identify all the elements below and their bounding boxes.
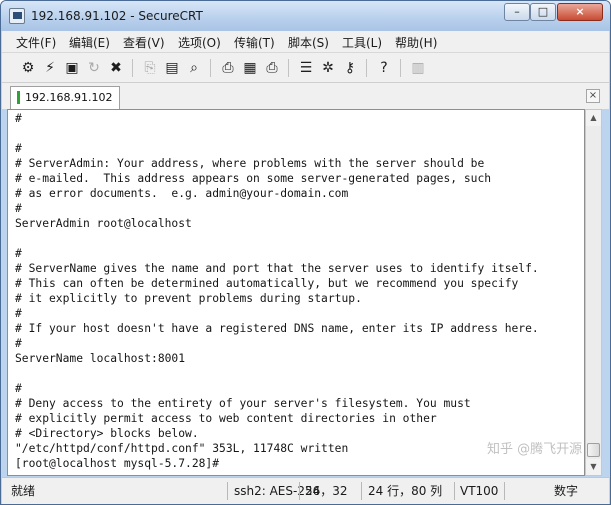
toolbar: ⚙ ⚡ ▣ ↻ ✖ ⎘ ▤ ⌕ ⎙ ▦ ⎙ ☰ ✲ ⚷ ? ▥ [2, 53, 609, 83]
toolbar-separator [366, 59, 367, 77]
terminal-line: # [15, 382, 22, 395]
menu-view[interactable]: 查看(V) [123, 34, 165, 51]
status-divider [454, 482, 455, 500]
quick-connect-icon[interactable]: ⚡ [40, 58, 60, 78]
title-bar[interactable]: 192.168.91.102 - SecureCRT – □ × [1, 1, 610, 31]
terminal-line: # <Directory> blocks below. [15, 427, 199, 440]
terminal-line: # as error documents. e.g. admin@your-do… [15, 187, 349, 200]
terminal-line: ServerAdmin root@localhost [15, 217, 192, 230]
connected-status-marker [17, 91, 20, 104]
find-icon[interactable]: ⌕ [184, 58, 204, 78]
status-num-lock: 数字 [554, 484, 579, 498]
window-title: 192.168.91.102 - SecureCRT [31, 9, 203, 23]
maximize-button[interactable]: □ [530, 3, 556, 21]
menu-bar: 文件(F) 编辑(E) 查看(V) 选项(O) 传输(T) 脚本(S) 工具(L… [2, 31, 609, 53]
print-selection-icon[interactable]: ▦ [240, 58, 260, 78]
terminal-line: # ServerAdmin: Your address, where probl… [15, 157, 485, 170]
status-divider [361, 482, 362, 500]
print-icon[interactable]: ⎙ [262, 58, 282, 78]
terminal-line: # Deny access to the entirety of your se… [15, 397, 471, 410]
print-setup-icon[interactable]: ⎙ [218, 58, 238, 78]
menu-options[interactable]: 选项(O) [178, 34, 221, 51]
tab-session[interactable]: 192.168.91.102 [10, 86, 120, 109]
terminal-line: # [15, 307, 22, 320]
status-cursor-position: 24，32 [305, 484, 348, 498]
status-divider [299, 482, 300, 500]
status-divider [504, 482, 505, 500]
terminal-screen[interactable]: # # # ServerAdmin: Your address, where p… [7, 109, 585, 476]
terminal-line: # e-mailed. This address appears on some… [15, 172, 492, 185]
menu-edit[interactable]: 编辑(E) [69, 34, 110, 51]
terminal-line: # [15, 337, 22, 350]
securecrt-window: 192.168.91.102 - SecureCRT – □ × 文件(F) 编… [0, 0, 611, 505]
close-tab-button[interactable]: × [586, 89, 600, 103]
session-tab-strip: 192.168.91.102 × [2, 83, 609, 109]
copy-icon[interactable]: ⎘ [140, 58, 160, 78]
status-emulation: VT100 [460, 484, 499, 498]
session-options-icon[interactable]: ☰ [296, 58, 316, 78]
terminal-line: # it explicitly to prevent problems duri… [15, 292, 362, 305]
scrollbar-thumb[interactable] [587, 443, 600, 457]
terminal-line: # ServerName gives the name and port tha… [15, 262, 539, 275]
terminal-line: ServerName localhost:8001 [15, 352, 186, 365]
terminal-line: # [15, 202, 22, 215]
status-bar: 就绪 ssh2: AES-256 24，32 24 行，80 列 VT100 数… [2, 477, 609, 504]
sftp-icon[interactable]: ▥ [408, 58, 428, 78]
status-divider [227, 482, 228, 500]
keymap-icon[interactable]: ⚷ [340, 58, 360, 78]
terminal-line: # If your host doesn't have a registered… [15, 322, 539, 335]
menu-help[interactable]: 帮助(H) [395, 34, 437, 51]
terminal-line: # [15, 142, 22, 155]
connect-icon[interactable]: ⚙ [18, 58, 38, 78]
menu-transfer[interactable]: 传输(T) [234, 34, 275, 51]
status-terminal-size: 24 行，80 列 [368, 484, 443, 498]
securecrt-app-icon [9, 8, 25, 24]
terminal-line: # [15, 247, 22, 260]
disconnect-icon[interactable]: ✖ [106, 58, 126, 78]
scroll-up-arrow-icon[interactable]: ▲ [586, 110, 601, 126]
menu-file[interactable]: 文件(F) [16, 34, 56, 51]
terminal-line: # explicitly permit access to web conten… [15, 412, 437, 425]
tab-session-label: 192.168.91.102 [25, 91, 113, 104]
toolbar-separator [210, 59, 211, 77]
terminal-scrollbar[interactable]: ▲ ▼ [585, 109, 602, 476]
toolbar-separator [132, 59, 133, 77]
toolbar-separator [400, 59, 401, 77]
minimize-button[interactable]: – [504, 3, 530, 21]
watermark: 知乎 @腾飞开源 [487, 442, 583, 457]
toolbar-separator [288, 59, 289, 77]
status-ready: 就绪 [11, 484, 36, 498]
terminal-line: # [15, 112, 22, 125]
reconnect-icon[interactable]: ↻ [84, 58, 104, 78]
terminal-prompt-line: [root@localhost mysql-5.7.28]# [15, 457, 220, 470]
menu-script[interactable]: 脚本(S) [288, 34, 329, 51]
terminal-line: # This can often be determined automatic… [15, 277, 519, 290]
global-options-icon[interactable]: ✲ [318, 58, 338, 78]
close-button[interactable]: × [557, 3, 603, 21]
connect-tab-icon[interactable]: ▣ [62, 58, 82, 78]
terminal-line: "/etc/httpd/conf/httpd.conf" 353L, 11748… [15, 442, 349, 455]
menu-tools[interactable]: 工具(L) [342, 34, 382, 51]
scroll-down-arrow-icon[interactable]: ▼ [586, 459, 601, 475]
help-icon[interactable]: ? [374, 58, 394, 78]
paste-icon[interactable]: ▤ [162, 58, 182, 78]
